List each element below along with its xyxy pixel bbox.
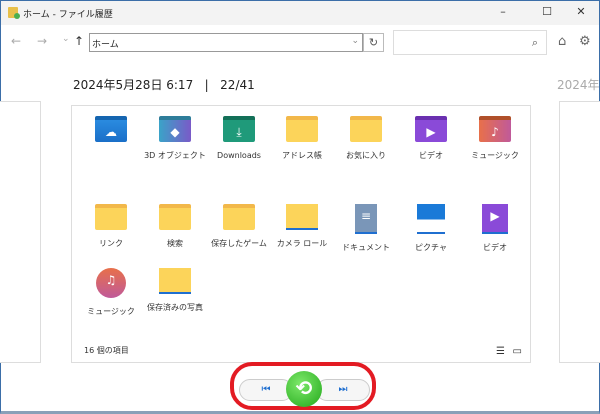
backup-date: 2024年5月28日 6:17 | 22/41 xyxy=(73,76,255,93)
file-item-label: ドキュメント xyxy=(342,243,390,252)
next-backup-button[interactable]: ⏭ xyxy=(316,379,370,401)
next-snapshot-panel[interactable] xyxy=(559,101,600,363)
file-view-panel: 16 個の項目 ☰ ▭ ☁ ◆ 3D オブジェクト ⤓ Downloads アドレス帳 お気… xyxy=(71,105,531,363)
music-folder-icon: ♪ xyxy=(479,116,511,142)
address-text: ホーム xyxy=(92,40,119,50)
file-item[interactable]: ▶ ビデオ xyxy=(464,204,526,253)
previous-snapshot-panel[interactable] xyxy=(0,101,41,363)
backup-position: 22/41 xyxy=(220,78,255,92)
file-item[interactable]: ▶ ビデオ xyxy=(400,116,462,161)
3d-objects-folder-icon: ◆ xyxy=(159,116,191,142)
large-icons-view-icon[interactable]: ▭ xyxy=(513,346,522,357)
window-title: ホーム - ファイル履歴 xyxy=(23,10,113,20)
file-item[interactable]: ピクチャ xyxy=(400,204,462,253)
onedrive-folder-icon: ☁ xyxy=(95,116,127,142)
documents-library-icon: ≡ xyxy=(355,204,377,234)
search-icon: ⌕ xyxy=(531,36,538,49)
file-item-label: ビデオ xyxy=(419,151,443,160)
up-arrow-icon[interactable]: ↑ xyxy=(74,34,84,48)
file-item[interactable]: ⤓ Downloads xyxy=(208,116,270,161)
file-item[interactable]: アドレス帳 xyxy=(271,116,333,161)
file-item-label: ミュージック xyxy=(471,151,519,160)
file-item-label: お気に入り xyxy=(346,151,386,160)
file-item[interactable]: お気に入り xyxy=(335,116,397,161)
file-item-label: ミュージック xyxy=(87,307,135,316)
separator: | xyxy=(204,78,209,92)
gear-icon[interactable]: ⚙ xyxy=(579,34,591,49)
file-item-label: 保存済みの写真 xyxy=(147,303,203,312)
search-input[interactable]: ⌕ xyxy=(393,30,547,55)
address-bar[interactable]: ホーム ⌄ xyxy=(89,33,363,52)
recent-locations-icon[interactable]: ⌄ xyxy=(62,34,70,44)
file-item[interactable]: ◆ 3D オブジェクト xyxy=(144,116,206,161)
chevron-down-icon[interactable]: ⌄ xyxy=(351,36,359,46)
title-bar: ホーム - ファイル履歴 – ☐ ✕ xyxy=(1,1,599,25)
folder-icon xyxy=(159,204,191,230)
folder-icon xyxy=(350,116,382,142)
pictures-library-icon xyxy=(417,204,445,234)
downloads-folder-icon: ⤓ xyxy=(223,116,255,142)
file-item-label: カメラ ロール xyxy=(276,239,328,248)
videos-folder-icon: ▶ xyxy=(415,116,447,142)
file-item-label: ビデオ xyxy=(483,243,507,252)
item-count: 16 個の項目 xyxy=(84,346,129,355)
file-item-label: 3D オブジェクト xyxy=(144,151,206,160)
file-item[interactable]: リンク xyxy=(80,204,142,249)
navigation-controls: ⏮ ⏭ ⟲ xyxy=(230,362,376,410)
file-item-label: ピクチャ xyxy=(415,243,447,252)
maximize-button[interactable]: ☐ xyxy=(537,5,557,18)
file-item[interactable]: ♪ ミュージック xyxy=(464,116,526,161)
folder-icon xyxy=(95,204,127,230)
file-history-app-icon xyxy=(8,7,20,19)
refresh-button[interactable]: ↻ xyxy=(363,33,384,52)
details-view-icon[interactable]: ☰ xyxy=(496,346,505,357)
back-arrow-icon[interactable]: ← xyxy=(11,34,21,48)
file-item[interactable]: 保存済みの写真 xyxy=(144,268,206,313)
file-item-label: 保存したゲーム xyxy=(211,239,267,248)
music-library-icon: ♫ xyxy=(96,268,126,298)
videos-library-icon: ▶ xyxy=(482,204,508,234)
next-backup-date: 2024年 xyxy=(557,78,600,92)
home-icon[interactable]: ⌂ xyxy=(558,34,566,49)
folder-icon xyxy=(286,116,318,142)
file-item[interactable]: ♫ ミュージック xyxy=(80,268,142,317)
file-item-label: アドレス帳 xyxy=(282,151,322,160)
saved-pictures-library-icon xyxy=(159,268,191,294)
date-text: 2024年5月28日 6:17 xyxy=(73,78,194,92)
file-item-label: Downloads xyxy=(217,151,261,160)
forward-arrow-icon[interactable]: → xyxy=(37,34,47,48)
previous-backup-button[interactable]: ⏮ xyxy=(239,379,293,401)
file-item-label: リンク xyxy=(99,239,123,248)
file-item-label: 検索 xyxy=(167,239,183,248)
file-history-window: ホーム - ファイル履歴 – ☐ ✕ ← → ⌄ ↑ ホーム ⌄ ↻ ⌕ ⌂ ⚙… xyxy=(0,0,600,414)
camera-roll-library-icon xyxy=(286,204,318,230)
close-button[interactable]: ✕ xyxy=(571,5,591,18)
file-item[interactable]: 保存したゲーム xyxy=(208,204,270,249)
file-item[interactable]: ≡ ドキュメント xyxy=(335,204,397,253)
file-item[interactable]: カメラ ロール xyxy=(271,204,333,249)
file-item[interactable]: 検索 xyxy=(144,204,206,249)
restore-button[interactable]: ⟲ xyxy=(286,371,322,407)
minimize-button[interactable]: – xyxy=(493,5,513,18)
folder-icon xyxy=(223,204,255,230)
file-item[interactable]: ☁ xyxy=(80,116,142,150)
